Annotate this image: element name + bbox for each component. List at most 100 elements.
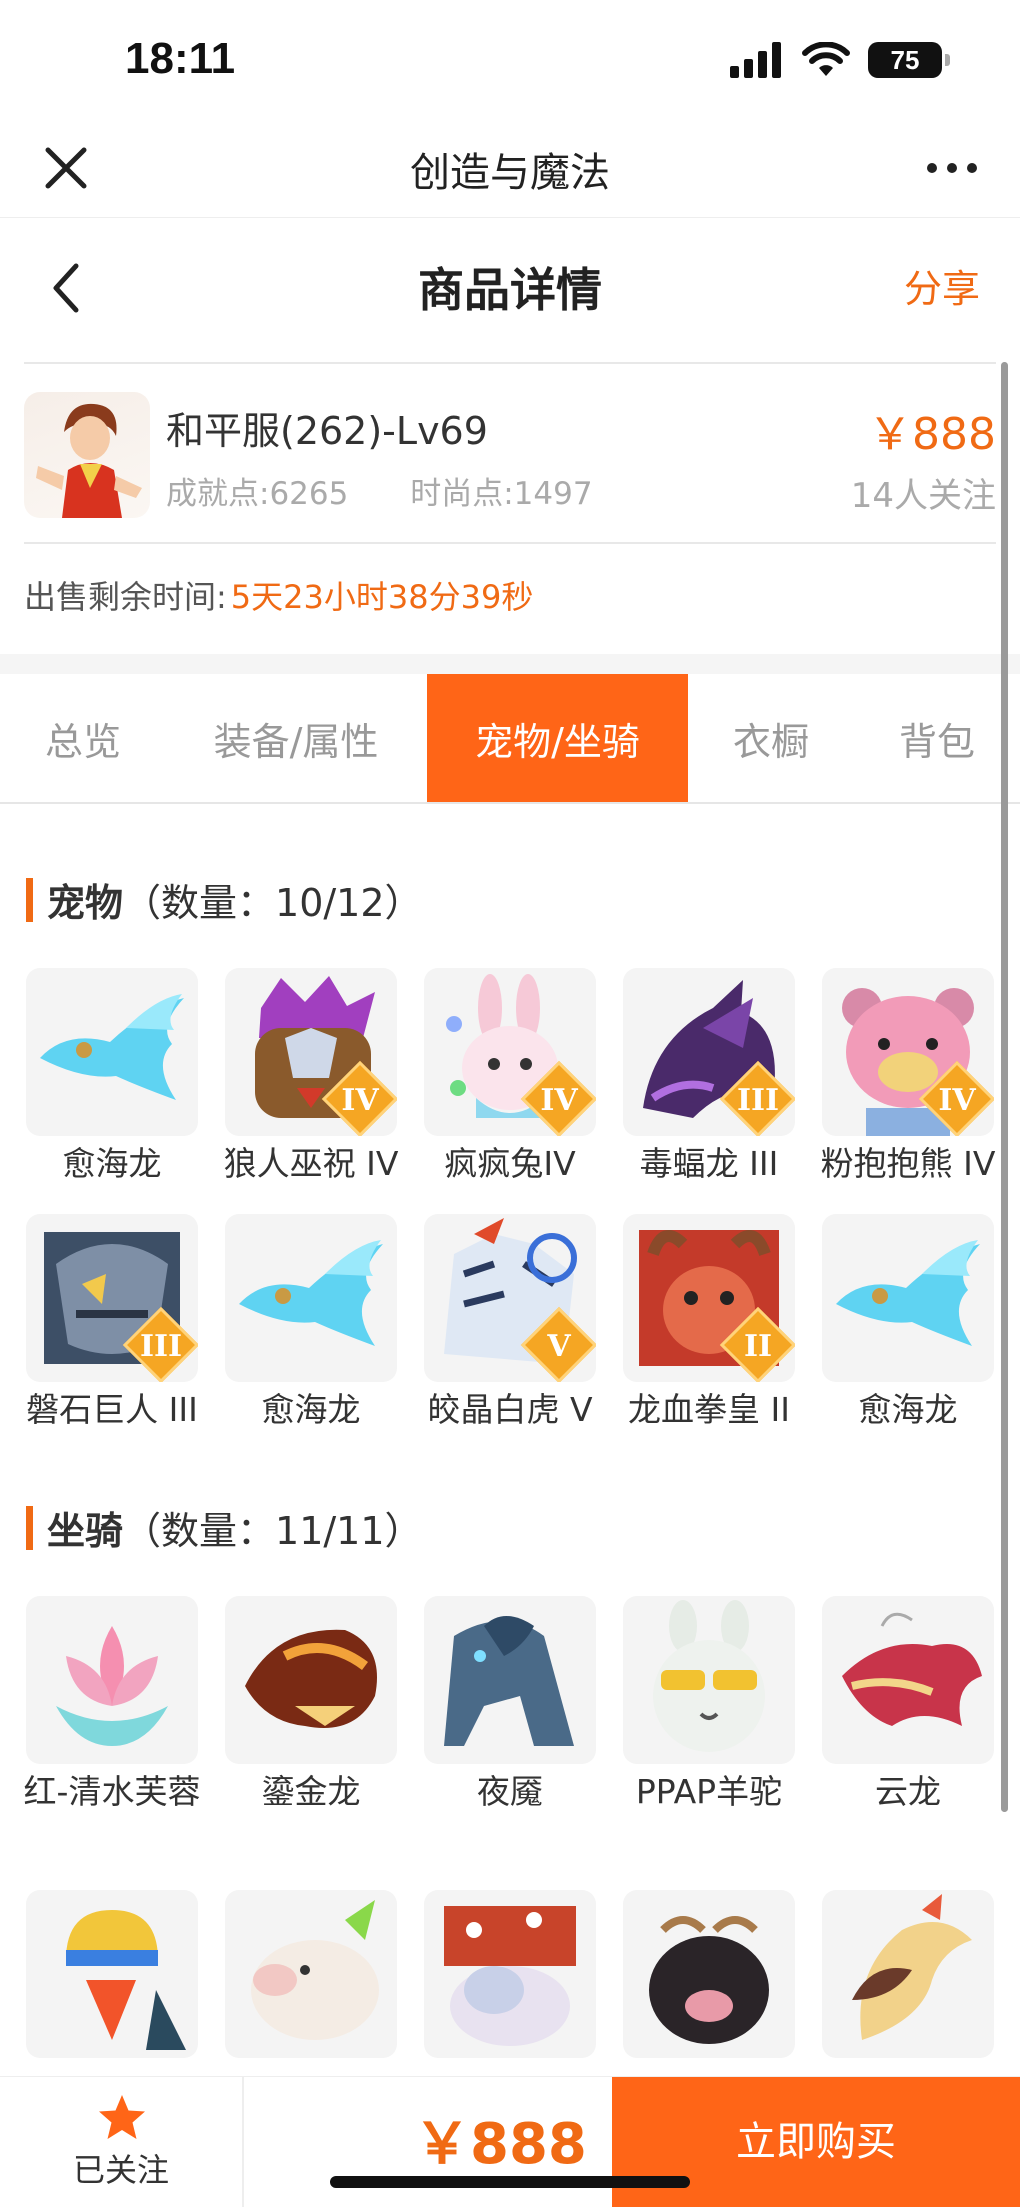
snail-icon — [444, 1906, 576, 2046]
wifi-icon — [802, 42, 850, 76]
mount-thumbnail — [424, 1596, 596, 1764]
pet-label: 龙血拳皇 II — [628, 1390, 790, 1429]
pet-thumbnail: IV — [822, 968, 994, 1136]
mount-item[interactable]: 红-清水芙蓉 — [24, 1596, 200, 1814]
scrollbar-thumb[interactable] — [1001, 362, 1008, 1812]
mount-label: PPAP羊驼 — [635, 1772, 783, 1811]
character-avatar — [24, 392, 150, 518]
pet-thumbnail: III — [26, 1214, 198, 1382]
pig-icon — [251, 1900, 379, 2040]
more-icon[interactable] — [922, 146, 982, 190]
mount-label: 鎏金龙 — [261, 1772, 361, 1811]
dragon-icon — [40, 994, 184, 1100]
product-info[interactable]: 和平服(262)-Lv69 成就点:6265 时尚点:1497 ￥888 14人… — [24, 362, 996, 544]
mounts-section-title: 坐骑 （数量：11/11） — [26, 1500, 423, 1555]
golden-dragon-icon — [245, 1629, 377, 1728]
scrollbar[interactable] — [1001, 362, 1008, 1812]
eagle-icon — [852, 1894, 972, 2040]
mount-thumbnail — [822, 1890, 994, 2058]
pets-title: 宠物 — [47, 881, 124, 925]
pet-item[interactable]: IV 疯疯兔IV — [424, 968, 596, 1186]
pet-item[interactable]: 愈海龙 — [225, 1214, 397, 1432]
pet-label: 毒蝠龙 III — [639, 1144, 779, 1183]
helmet-bird-icon — [66, 1910, 186, 2050]
mount-item[interactable]: 鎏金龙 — [225, 1596, 397, 1814]
tab-pets-mounts[interactable]: 宠物/坐骑 — [427, 674, 688, 802]
section-divider — [0, 654, 1020, 674]
lotus-icon — [56, 1626, 168, 1746]
signal-icon — [730, 42, 781, 78]
fashion-points: 时尚点:1497 — [410, 476, 593, 512]
rank-text: II — [743, 1329, 773, 1364]
pet-item[interactable]: V 皎晶白虎 V — [424, 1214, 596, 1432]
tab-overview[interactable]: 总览 — [0, 674, 166, 802]
section-marker — [26, 877, 33, 922]
pet-label: 狼人巫祝 IV — [223, 1144, 399, 1183]
mount-thumbnail — [822, 1596, 994, 1764]
rank-text: IV — [938, 1083, 976, 1118]
remaining-time-value: 5天23小时38分39秒 — [230, 578, 534, 616]
pet-thumbnail: II — [623, 1214, 795, 1382]
pet-label: 愈海龙 — [62, 1144, 162, 1183]
mount-item[interactable] — [623, 1890, 795, 2064]
tab-equipment[interactable]: 装备/属性 — [166, 674, 426, 802]
pet-thumbnail: IV — [424, 968, 596, 1136]
mount-item[interactable]: 云龙 — [822, 1596, 994, 1814]
pet-thumbnail: IV — [225, 968, 397, 1136]
tab-wardrobe[interactable]: 衣橱 — [688, 674, 854, 802]
mount-label: 红-清水芙蓉 — [23, 1772, 201, 1811]
cloud-dragon-icon — [842, 1612, 982, 1726]
remaining-time: 出售剩余时间: 5天23小时38分39秒 — [24, 572, 533, 618]
pet-item[interactable]: IV 狼人巫祝 IV — [224, 968, 398, 1186]
achievement-points: 成就点:6265 — [166, 476, 349, 512]
mount-thumbnail — [26, 1890, 198, 2058]
mount-thumbnail — [26, 1596, 198, 1764]
rank-text: IV — [341, 1083, 379, 1118]
share-button[interactable]: 分享 — [904, 258, 980, 313]
battery-icon: 75 — [868, 42, 950, 78]
mount-item[interactable]: 夜魇 — [424, 1596, 596, 1814]
pet-item[interactable]: III 磐石巨人 III — [26, 1214, 198, 1432]
mount-item[interactable] — [424, 1890, 596, 2064]
pet-label: 粉抱抱熊 IV — [820, 1144, 996, 1183]
pet-item[interactable]: 愈海龙 — [26, 968, 198, 1186]
mount-item[interactable]: PPAP羊驼 — [623, 1596, 795, 1814]
pet-thumbnail — [225, 1214, 397, 1382]
star-icon — [99, 2095, 145, 2139]
rank-text: III — [139, 1329, 183, 1364]
app-title: 创造与魔法 — [410, 150, 610, 196]
nightmare-horse-icon — [444, 1616, 574, 1746]
pet-item[interactable]: IV 粉抱抱熊 IV — [821, 968, 995, 1186]
pets-count: （数量：10/12） — [123, 881, 423, 925]
status-time: 18:11 — [125, 34, 236, 83]
mount-item[interactable] — [26, 1890, 198, 2064]
pet-item[interactable]: III 毒蝠龙 III — [623, 968, 795, 1186]
alpaca-icon — [653, 1600, 765, 1752]
rank-text: V — [547, 1329, 571, 1364]
status-bar: 18:11 75 — [0, 0, 1020, 120]
pet-label: 疯疯兔IV — [444, 1144, 576, 1183]
mount-label: 云龙 — [875, 1772, 941, 1811]
mount-thumbnail — [424, 1890, 596, 2058]
product-stats: 成就点:6265 时尚点:1497 — [166, 468, 645, 513]
tab-backpack[interactable]: 背包 — [854, 674, 1020, 802]
mount-item[interactable] — [225, 1890, 397, 2064]
pet-item[interactable]: 愈海龙 — [822, 1214, 994, 1432]
pet-item[interactable]: II 龙血拳皇 II — [623, 1214, 795, 1432]
dragon-icon — [239, 1240, 383, 1346]
follow-button[interactable]: 已关注 — [0, 2077, 244, 2207]
pet-label: 愈海龙 — [261, 1390, 361, 1429]
pet-thumbnail — [26, 968, 198, 1136]
pet-label: 愈海龙 — [858, 1390, 958, 1429]
rank-text: III — [736, 1083, 780, 1118]
home-indicator — [330, 2176, 690, 2188]
product-price: ￥888 — [868, 409, 996, 460]
mount-item[interactable] — [822, 1890, 994, 2064]
bottom-price: ￥888 — [414, 2112, 587, 2177]
app-bar: 创造与魔法 — [0, 120, 1020, 218]
page-header: 商品详情 分享 — [0, 218, 1020, 362]
product-name: 和平服(262)-Lv69 — [166, 409, 488, 453]
status-icons: 75 — [730, 42, 950, 78]
rank-text: IV — [540, 1083, 578, 1118]
mounts-count: （数量：11/11） — [123, 1509, 423, 1553]
